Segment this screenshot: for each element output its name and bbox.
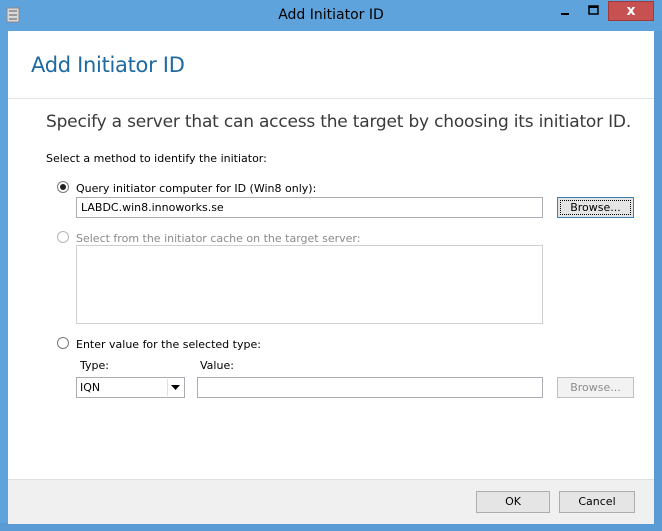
close-button[interactable]: x <box>608 1 654 21</box>
value-browse-label: Browse... <box>570 381 621 394</box>
window-left-border <box>0 31 8 523</box>
maximize-button[interactable] <box>580 1 606 21</box>
minimize-icon <box>561 13 569 15</box>
cancel-label: Cancel <box>578 495 616 508</box>
enter-value-radio[interactable] <box>57 337 69 349</box>
title-bar[interactable]: Add Initiator ID x <box>0 0 662 31</box>
value-browse-button[interactable]: Browse... <box>557 377 634 398</box>
dialog-footer: OK Cancel <box>8 479 654 524</box>
ok-button[interactable]: OK <box>476 491 550 513</box>
query-radio[interactable] <box>57 181 69 193</box>
type-label: Type: <box>80 359 109 372</box>
chevron-down-icon <box>171 385 180 390</box>
query-computer-input[interactable]: LABDC.win8.innoworks.se <box>76 197 543 218</box>
value-label: Value: <box>200 359 234 372</box>
cancel-button[interactable]: Cancel <box>559 491 635 513</box>
heading-divider <box>8 98 654 99</box>
value-input[interactable] <box>197 377 543 398</box>
query-browse-label: Browse... <box>570 201 621 214</box>
ok-label: OK <box>505 495 521 508</box>
query-label: Query initiator computer for ID (Win8 on… <box>76 182 317 195</box>
cache-label: Select from the initiator cache on the t… <box>76 232 361 245</box>
close-icon: x <box>626 3 636 19</box>
initiator-cache-list[interactable] <box>76 245 543 324</box>
enter-value-label: Enter value for the selected type: <box>76 338 261 351</box>
query-browse-button[interactable]: Browse... <box>557 197 634 218</box>
maximize-icon <box>588 5 599 15</box>
minimize-button[interactable] <box>552 1 578 21</box>
cache-radio[interactable] <box>57 231 69 243</box>
type-select[interactable]: IQN <box>76 377 185 398</box>
dialog-heading: Add Initiator ID <box>31 53 185 77</box>
dialog-subtitle: Specify a server that can access the tar… <box>46 112 632 132</box>
dropdown-arrow[interactable] <box>167 379 183 396</box>
method-prompt: Select a method to identify the initiato… <box>46 152 267 165</box>
type-select-value: IQN <box>80 381 101 394</box>
radio-selected-dot <box>60 184 66 190</box>
dialog-body: Add Initiator ID Specify a server that c… <box>8 31 654 524</box>
